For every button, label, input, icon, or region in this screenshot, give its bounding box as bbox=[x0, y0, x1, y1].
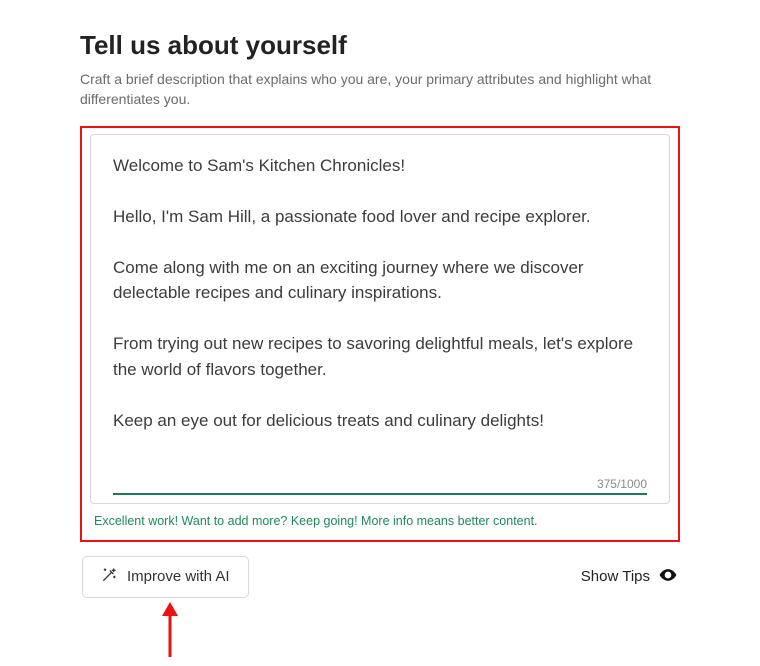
show-tips-label: Show Tips bbox=[581, 568, 650, 585]
eye-icon bbox=[658, 565, 678, 589]
textarea-focus-underline bbox=[113, 493, 647, 495]
improve-with-ai-label: Improve with AI bbox=[127, 568, 230, 585]
page-title: Tell us about yourself bbox=[80, 30, 680, 61]
improve-with-ai-button[interactable]: Improve with AI bbox=[82, 556, 249, 598]
show-tips-button[interactable]: Show Tips bbox=[581, 565, 678, 589]
encouragement-hint: Excellent work! Want to add more? Keep g… bbox=[94, 514, 666, 528]
page-subtitle: Craft a brief description that explains … bbox=[80, 69, 680, 110]
bio-textarea[interactable]: Welcome to Sam's Kitchen Chronicles! Hel… bbox=[90, 134, 670, 504]
toolbar: Improve with AI Show Tips bbox=[80, 556, 680, 598]
char-counter: 375/1000 bbox=[113, 477, 647, 491]
annotation-arrow bbox=[158, 602, 182, 662]
page: Tell us about yourself Craft a brief des… bbox=[0, 0, 760, 666]
bio-text-content: Welcome to Sam's Kitchen Chronicles! Hel… bbox=[113, 153, 647, 473]
highlighted-region: Welcome to Sam's Kitchen Chronicles! Hel… bbox=[80, 126, 680, 542]
magic-wand-icon bbox=[101, 567, 117, 587]
